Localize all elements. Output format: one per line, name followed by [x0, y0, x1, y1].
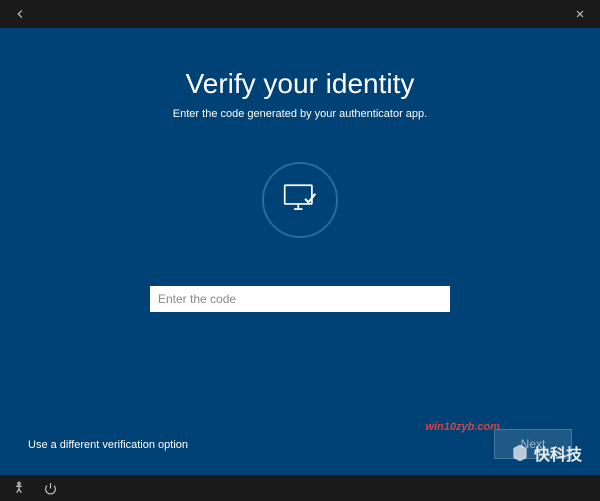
- close-icon[interactable]: [570, 4, 590, 24]
- bottombar: [0, 475, 600, 501]
- page-subtitle: Enter the code generated by your authent…: [173, 108, 427, 120]
- back-icon[interactable]: [10, 4, 30, 24]
- watermark-brand: 快科技: [510, 441, 582, 465]
- monitor-check-icon: [283, 183, 317, 218]
- accessibility-icon[interactable]: [12, 481, 26, 495]
- page-title: Verify your identity: [186, 68, 415, 100]
- watermark-url: win10zyb.com: [425, 421, 500, 433]
- alt-verification-link[interactable]: Use a different verification option: [28, 439, 188, 451]
- main-content: Verify your identity Enter the code gene…: [0, 28, 600, 475]
- titlebar: [0, 0, 600, 28]
- verification-icon-circle: [262, 162, 338, 238]
- code-input[interactable]: [150, 286, 450, 312]
- power-icon[interactable]: [44, 482, 57, 495]
